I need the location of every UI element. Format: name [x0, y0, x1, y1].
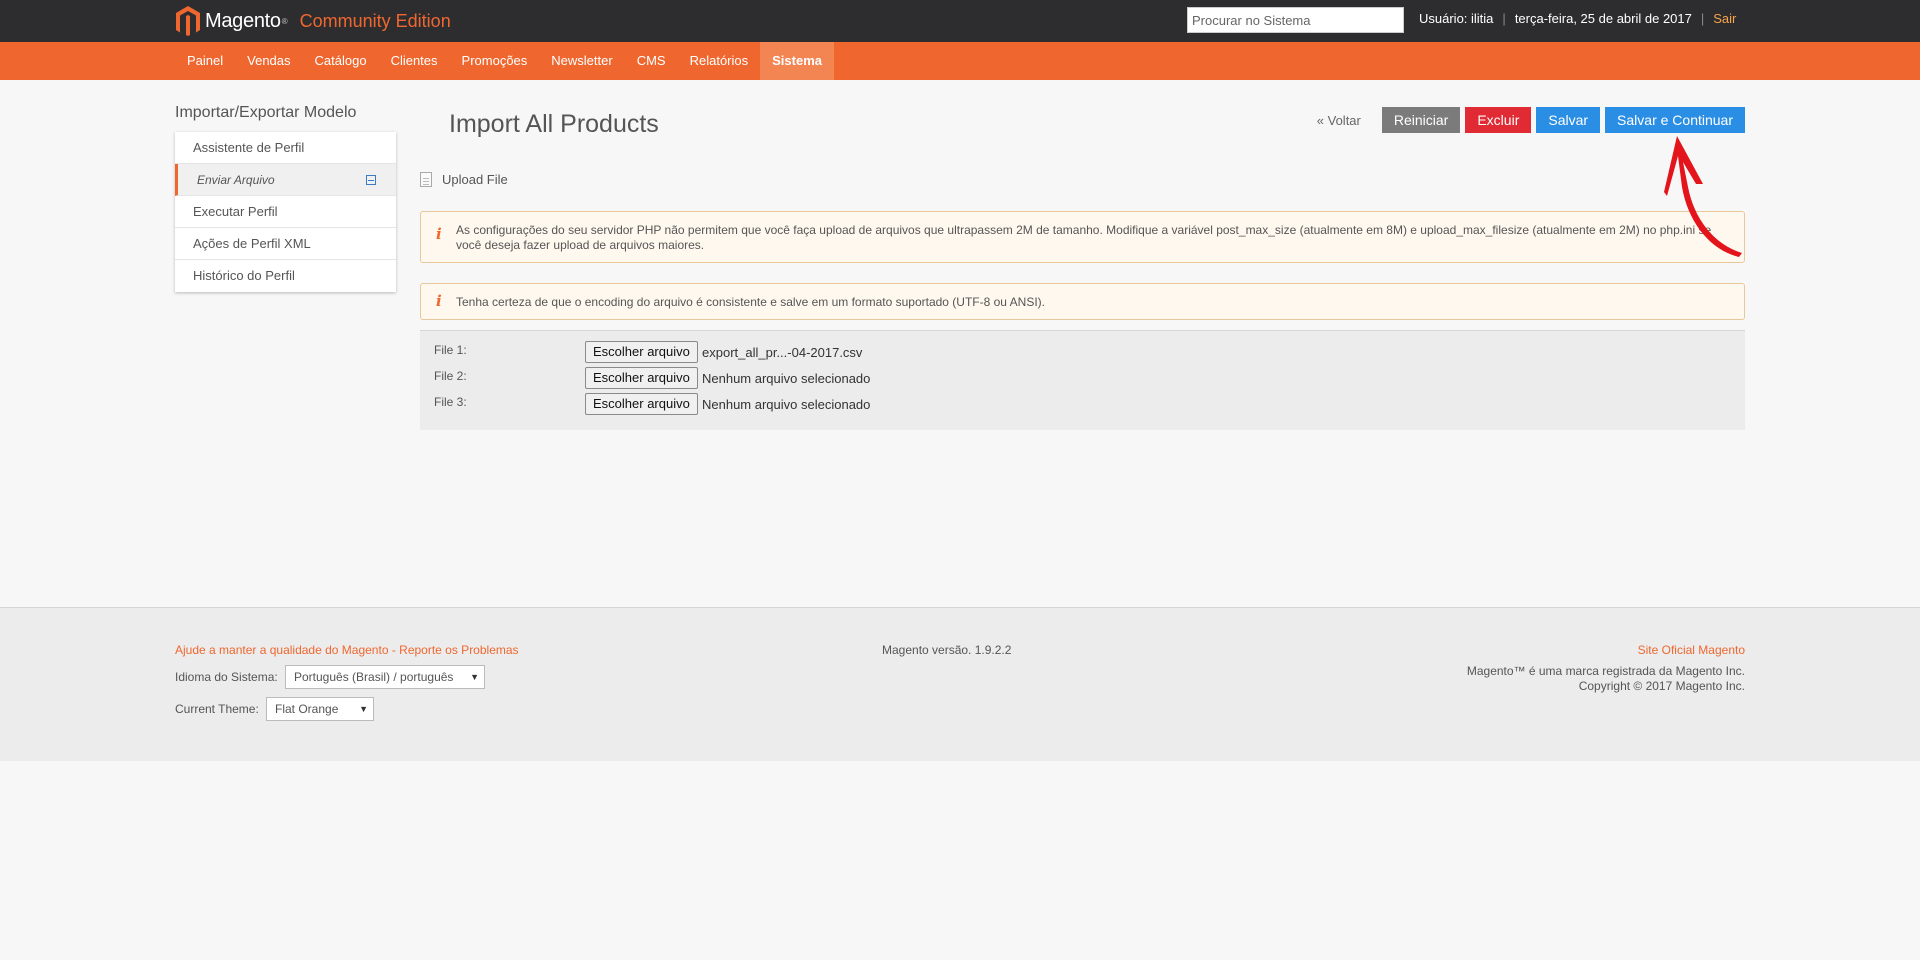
- save-icon: [366, 175, 376, 185]
- nav-item-catalogo[interactable]: Catálogo: [303, 42, 379, 80]
- header-user-info: Usuário: ilitia | terça-feira, 25 de abr…: [1419, 0, 1736, 36]
- sidebar-item-executar-perfil[interactable]: Executar Perfil: [175, 196, 396, 228]
- sidebar-item-label: Enviar Arquivo: [197, 173, 275, 187]
- sidebar-item-assistente-de-perfil[interactable]: Assistente de Perfil: [175, 132, 396, 164]
- info-icon: i: [436, 225, 442, 243]
- top-header: Magento ® Community Edition Usuário: ili…: [0, 0, 1920, 42]
- encoding-notice: i Tenha certeza de que o encoding do arq…: [420, 283, 1745, 320]
- page-title: Import All Products: [449, 110, 659, 138]
- brand-trademark: ®: [281, 16, 288, 26]
- file-row: File 1: Escolher arquivo export_all_pr..…: [434, 341, 1034, 365]
- divider: |: [1502, 10, 1506, 26]
- nav-item-vendas[interactable]: Vendas: [235, 42, 302, 80]
- edition-label: Community Edition: [299, 10, 451, 31]
- file-row: File 3: Escolher arquivo Nenhum arquivo …: [434, 393, 1034, 417]
- current-date: terça-feira, 25 de abril de 2017: [1514, 10, 1692, 26]
- nav-item-painel[interactable]: Painel: [175, 42, 235, 80]
- copyright-text: Copyright © 2017 Magento Inc.: [1578, 679, 1745, 693]
- report-issues-link[interactable]: Ajude a manter a qualidade do Magento - …: [175, 643, 519, 657]
- official-site-link[interactable]: Site Oficial Magento: [1638, 643, 1745, 657]
- main-navigation: Painel Vendas Catálogo Clientes Promoçõe…: [0, 42, 1920, 80]
- magento-logo-icon: [176, 6, 200, 36]
- choose-file-button[interactable]: Escolher arquivo: [585, 341, 698, 363]
- theme-selected-value: Flat Orange: [275, 702, 339, 716]
- save-button[interactable]: Salvar: [1536, 107, 1601, 133]
- choose-file-button[interactable]: Escolher arquivo: [585, 367, 698, 389]
- language-label: Idioma do Sistema:: [175, 670, 278, 684]
- document-icon: [420, 172, 432, 187]
- file-row: File 2: Escolher arquivo Nenhum arquivo …: [434, 367, 1034, 391]
- magento-version: Magento versão. 1.9.2.2: [882, 643, 1012, 657]
- file-label: File 2:: [434, 369, 467, 383]
- save-and-continue-button[interactable]: Salvar e Continuar: [1605, 107, 1745, 133]
- nav-item-sistema[interactable]: Sistema: [760, 42, 834, 80]
- page-footer: Ajude a manter a qualidade do Magento - …: [0, 607, 1920, 761]
- info-icon: i: [436, 292, 442, 310]
- file-label: File 1:: [434, 343, 467, 357]
- divider: |: [1700, 10, 1705, 26]
- file-upload-panel: File 1: Escolher arquivo export_all_pr..…: [420, 330, 1745, 430]
- chevron-down-icon: ▼: [359, 704, 368, 714]
- theme-select[interactable]: Flat Orange ▼: [266, 697, 374, 721]
- action-buttons: « Voltar Reiniciar Excluir Salvar Salvar…: [1317, 107, 1745, 133]
- logout-link[interactable]: Sair: [1713, 11, 1736, 26]
- nav-item-clientes[interactable]: Clientes: [379, 42, 450, 80]
- trademark-notice: Magento™ é uma marca registrada da Magen…: [1467, 664, 1745, 694]
- nav-item-promocoes[interactable]: Promoções: [450, 42, 540, 80]
- brand-name: Magento: [205, 9, 281, 32]
- section-title: Upload File: [442, 172, 508, 187]
- back-button[interactable]: « Voltar: [1317, 113, 1361, 128]
- file-label: File 3:: [434, 395, 467, 409]
- language-select[interactable]: Português (Brasil) / português ▼: [285, 665, 485, 689]
- global-search-input[interactable]: [1187, 7, 1404, 33]
- notice-text: As configurações do seu servidor PHP não…: [456, 223, 1712, 252]
- sidebar-item-acoes-de-perfil-xml[interactable]: Ações de Perfil XML: [175, 228, 396, 260]
- sidebar-title: Importar/Exportar Modelo: [175, 104, 357, 121]
- notice-text: Tenha certeza de que o encoding do arqui…: [456, 295, 1045, 309]
- theme-label: Current Theme:: [175, 702, 259, 716]
- file-name: Nenhum arquivo selecionado: [702, 371, 871, 386]
- reset-button[interactable]: Reiniciar: [1381, 107, 1461, 133]
- language-selected-value: Português (Brasil) / português: [294, 670, 454, 684]
- sidebar-menu: Assistente de Perfil Enviar Arquivo Exec…: [175, 132, 396, 292]
- nav-item-cms[interactable]: CMS: [625, 42, 678, 80]
- php-limit-notice: i As configurações do seu servidor PHP n…: [420, 211, 1745, 263]
- section-header: Upload File: [420, 172, 508, 187]
- annotation-arrow-icon: [1664, 136, 1742, 257]
- file-name: Nenhum arquivo selecionado: [702, 397, 871, 412]
- sidebar-item-historico-do-perfil[interactable]: Histórico do Perfil: [175, 260, 396, 292]
- delete-button[interactable]: Excluir: [1465, 107, 1532, 133]
- nav-item-relatorios[interactable]: Relatórios: [678, 42, 761, 80]
- nav-item-newsletter[interactable]: Newsletter: [539, 42, 624, 80]
- trademark-text: Magento™ é uma marca registrada da Magen…: [1466, 664, 1745, 678]
- choose-file-button[interactable]: Escolher arquivo: [585, 393, 698, 415]
- chevron-down-icon: ▼: [470, 672, 479, 682]
- sidebar-item-enviar-arquivo[interactable]: Enviar Arquivo: [175, 164, 396, 196]
- current-user: Usuário: ilitia: [1419, 10, 1494, 26]
- file-name: export_all_pr...-04-2017.csv: [702, 345, 863, 360]
- magento-logo[interactable]: Magento ® Community Edition: [175, 0, 451, 42]
